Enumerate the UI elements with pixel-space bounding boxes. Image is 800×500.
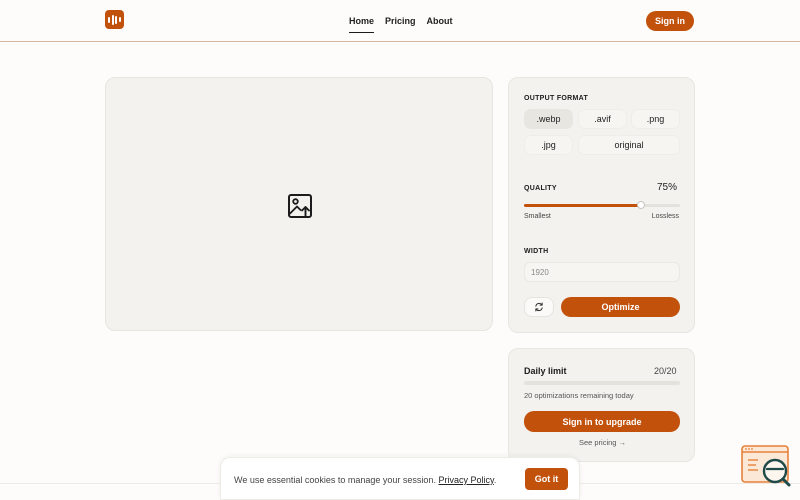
format-png[interactable]: .png [631, 109, 680, 129]
cookie-message: We use essential cookies to manage your … [234, 475, 496, 485]
daily-limit-count: 20/20 [654, 366, 677, 376]
cookie-suffix: . [493, 475, 497, 485]
cookie-banner: We use essential cookies to manage your … [220, 457, 580, 500]
got-it-button[interactable]: Got it [525, 468, 568, 490]
quality-slider-thumb[interactable] [637, 201, 645, 209]
top-header: Home Pricing About Sign in [0, 0, 800, 42]
format-webp[interactable]: .webp [524, 109, 573, 129]
daily-limit-title: Daily limit [524, 366, 567, 376]
format-original[interactable]: original [578, 135, 680, 155]
format-avif[interactable]: .avif [578, 109, 627, 129]
settings-panel: OUTPUT FORMAT .webp .avif .png .jpg orig… [508, 77, 695, 333]
output-format-label: OUTPUT FORMAT [524, 95, 589, 102]
nav-about[interactable]: About [427, 16, 453, 33]
image-upload-icon [288, 194, 312, 218]
optimize-button[interactable]: Optimize [561, 297, 680, 317]
quality-label: QUALITY [524, 185, 557, 192]
main-nav: Home Pricing About [349, 16, 453, 33]
privacy-policy-link[interactable]: Privacy Policy [438, 475, 493, 485]
quality-min-label: Smallest [524, 213, 551, 220]
see-pricing-link[interactable]: See pricing → [509, 438, 696, 447]
daily-limit-panel: Daily limit 20/20 20 optimizations remai… [508, 348, 695, 462]
daily-limit-remaining: 20 optimizations remaining today [524, 391, 634, 400]
width-input[interactable] [524, 262, 680, 282]
nav-pricing[interactable]: Pricing [385, 16, 416, 33]
search-inspect-widget-icon[interactable] [740, 444, 792, 488]
format-jpg[interactable]: .jpg [524, 135, 573, 155]
sign-in-button[interactable]: Sign in [646, 11, 694, 31]
quality-slider-fill [524, 204, 641, 207]
quality-slider[interactable] [524, 201, 680, 209]
quality-value: 75% [657, 182, 678, 193]
daily-limit-progress [524, 381, 680, 385]
nav-home[interactable]: Home [349, 16, 375, 33]
refresh-icon [535, 302, 543, 312]
quality-max-label: Lossless [651, 213, 679, 220]
bar-chart-logo-icon[interactable] [105, 10, 124, 29]
width-label: WIDTH [524, 248, 549, 255]
cookie-text: We use essential cookies to manage your … [234, 475, 436, 485]
image-dropzone[interactable] [105, 77, 493, 331]
reset-button[interactable] [524, 297, 554, 317]
sign-in-to-upgrade-button[interactable]: Sign in to upgrade [524, 411, 680, 432]
